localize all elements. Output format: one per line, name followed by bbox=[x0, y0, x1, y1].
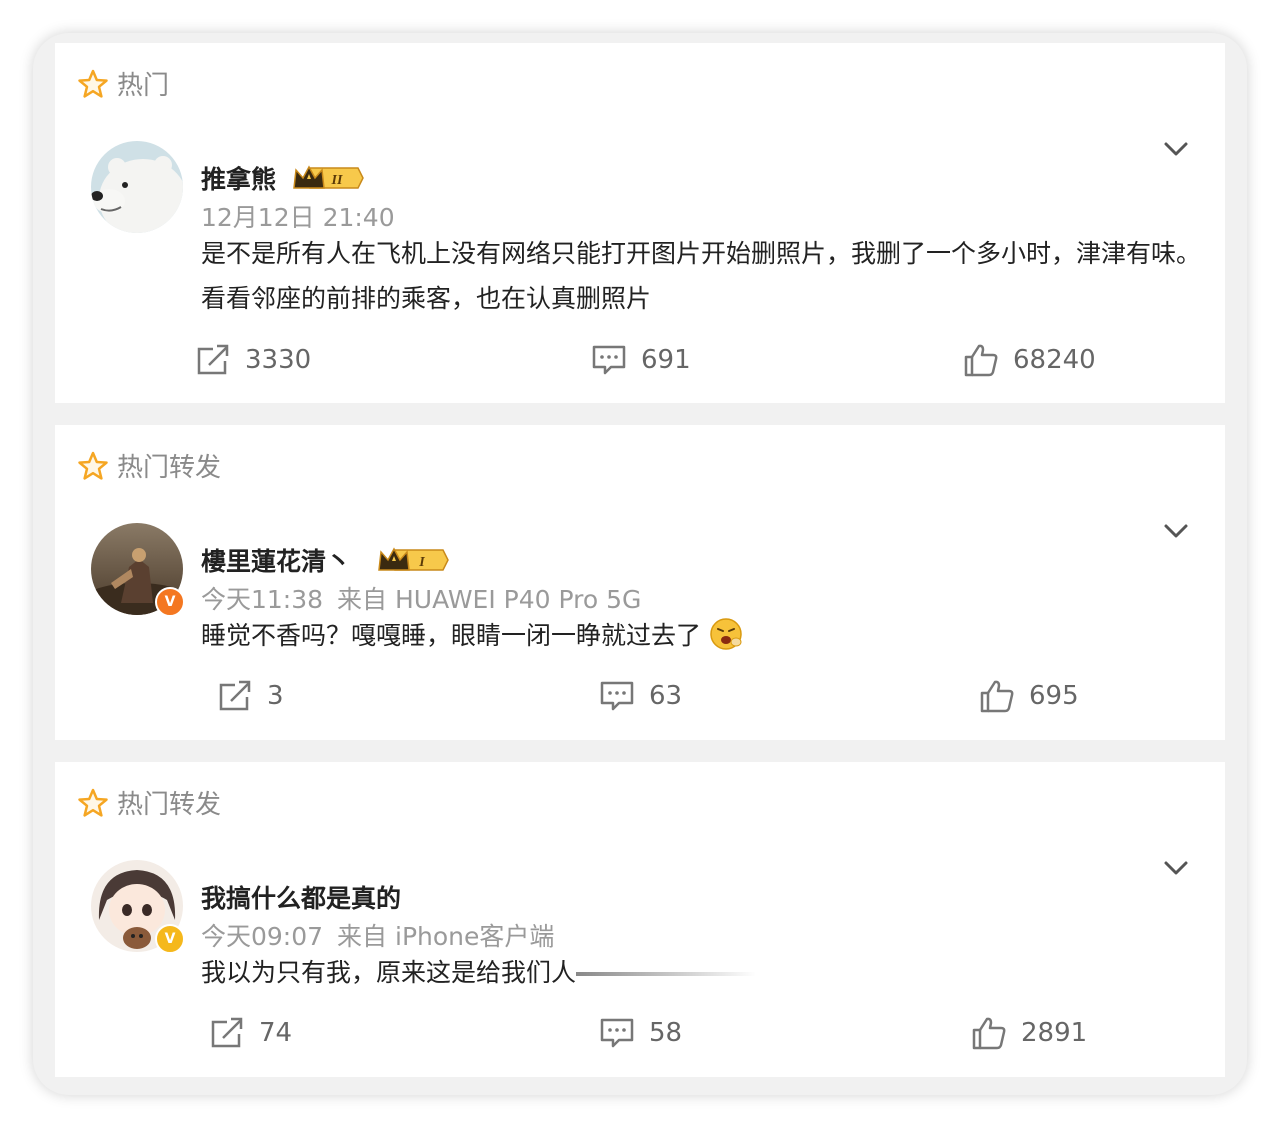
star-icon bbox=[78, 69, 108, 98]
post-source: 来自 HUAWEI P40 Pro 5G bbox=[337, 585, 642, 614]
comment-icon bbox=[600, 1018, 634, 1048]
repost-button[interactable]: 3 bbox=[217, 679, 284, 713]
feed-window: 热门 推拿熊 II 12月12日 21:40 是不是所有人在飞机上没有网络只能打… bbox=[33, 33, 1247, 1095]
verified-icon: V bbox=[155, 587, 185, 617]
repost-count: 3330 bbox=[245, 345, 312, 375]
post-content: 我以为只有我，原来这是给我们人 bbox=[201, 950, 1201, 995]
chevron-down-icon[interactable] bbox=[1161, 521, 1191, 541]
avatar[interactable]: V bbox=[91, 523, 185, 617]
text-fade-overlay bbox=[576, 972, 757, 976]
comment-button[interactable]: 691 bbox=[591, 343, 691, 377]
level-badge-text: I bbox=[418, 555, 425, 570]
post-meta: 12月12日 21:40 bbox=[201, 198, 395, 234]
post-card: 热门转发 V 我搞什么都是真的 今天09:07 来自 iPhone客户端 我以为只… bbox=[55, 762, 1225, 1077]
repost-icon bbox=[197, 344, 229, 375]
comment-button[interactable]: 63 bbox=[599, 679, 682, 713]
chevron-down-icon[interactable] bbox=[1161, 139, 1191, 159]
post-content: 是不是所有人在飞机上没有网络只能打开图片开始删照片，我删了一个多小时，津津有味。… bbox=[201, 231, 1201, 321]
post-meta: 今天09:07 来自 iPhone客户端 bbox=[201, 917, 554, 953]
username[interactable]: 樓里蓮花清丶 I bbox=[201, 542, 449, 578]
chevron-down-icon[interactable] bbox=[1161, 858, 1191, 878]
post-text: 睡觉不香吗？嘎嘎睡，眼睛一闭一睁就过去了 bbox=[201, 621, 702, 650]
emoji-icon bbox=[710, 618, 742, 650]
like-icon bbox=[980, 680, 1014, 713]
post-time: 今天11:38 bbox=[201, 585, 324, 614]
post-source: 来自 iPhone客户端 bbox=[337, 922, 555, 951]
post-time: 12月12日 21:40 bbox=[201, 203, 395, 232]
repost-icon bbox=[211, 1017, 243, 1048]
username[interactable]: 我搞什么都是真的 bbox=[201, 879, 401, 915]
level-badge-text: II bbox=[331, 173, 343, 188]
comment-icon bbox=[600, 681, 634, 711]
polar-bear-avatar-image bbox=[91, 141, 183, 233]
username[interactable]: 推拿熊 II bbox=[201, 160, 364, 196]
username-text[interactable]: 我搞什么都是真的 bbox=[201, 879, 401, 915]
card-header: 热门 bbox=[77, 65, 169, 102]
username-text[interactable]: 樓里蓮花清丶 bbox=[201, 542, 351, 578]
post-text: 我以为只有我，原来这是给我们人 bbox=[201, 958, 577, 987]
section-label: 热门 bbox=[117, 71, 170, 101]
crown-badge: II bbox=[293, 165, 364, 189]
like-count: 2891 bbox=[1021, 1018, 1088, 1048]
comment-count: 691 bbox=[641, 345, 691, 375]
like-icon bbox=[964, 344, 998, 377]
post-time: 今天09:07 bbox=[201, 922, 324, 951]
verified-icon: V bbox=[155, 924, 185, 954]
post-content: 睡觉不香吗？嘎嘎睡，眼睛一闭一睁就过去了 bbox=[201, 613, 1201, 658]
repost-button[interactable]: 3330 bbox=[195, 343, 311, 377]
repost-icon bbox=[219, 680, 251, 711]
username-text[interactable]: 推拿熊 bbox=[201, 160, 276, 196]
like-count: 695 bbox=[1029, 681, 1079, 711]
post-card: 热门转发 V 樓里蓮花清丶 I 今天11:38 来自 HUAWEI P40 Pr… bbox=[55, 425, 1225, 740]
post-meta: 今天11:38 来自 HUAWEI P40 Pro 5G bbox=[201, 580, 641, 616]
post-card: 热门 推拿熊 II 12月12日 21:40 是不是所有人在飞机上没有网络只能打… bbox=[55, 43, 1225, 403]
like-button[interactable]: 695 bbox=[979, 679, 1079, 713]
like-icon bbox=[972, 1017, 1006, 1050]
star-icon bbox=[78, 788, 108, 817]
repost-count: 74 bbox=[259, 1018, 293, 1048]
comment-button[interactable]: 58 bbox=[599, 1016, 682, 1050]
card-header: 热门转发 bbox=[77, 447, 221, 484]
card-header: 热门转发 bbox=[77, 784, 221, 821]
like-button[interactable]: 2891 bbox=[971, 1016, 1087, 1050]
like-count: 68240 bbox=[1013, 345, 1096, 375]
comment-count: 58 bbox=[649, 1018, 683, 1048]
repost-count: 3 bbox=[267, 681, 284, 711]
section-label: 热门转发 bbox=[117, 453, 222, 483]
repost-button[interactable]: 74 bbox=[209, 1016, 292, 1050]
star-icon bbox=[78, 451, 108, 480]
comment-icon bbox=[592, 345, 626, 375]
avatar[interactable] bbox=[91, 141, 183, 233]
section-label: 热门转发 bbox=[117, 790, 222, 820]
comment-count: 63 bbox=[649, 681, 683, 711]
avatar[interactable]: V bbox=[91, 860, 185, 954]
crown-badge: I bbox=[378, 547, 449, 571]
post-text: 是不是所有人在飞机上没有网络只能打开图片开始删照片，我删了一个多小时，津津有味。… bbox=[201, 239, 1202, 313]
like-button[interactable]: 68240 bbox=[963, 343, 1096, 377]
